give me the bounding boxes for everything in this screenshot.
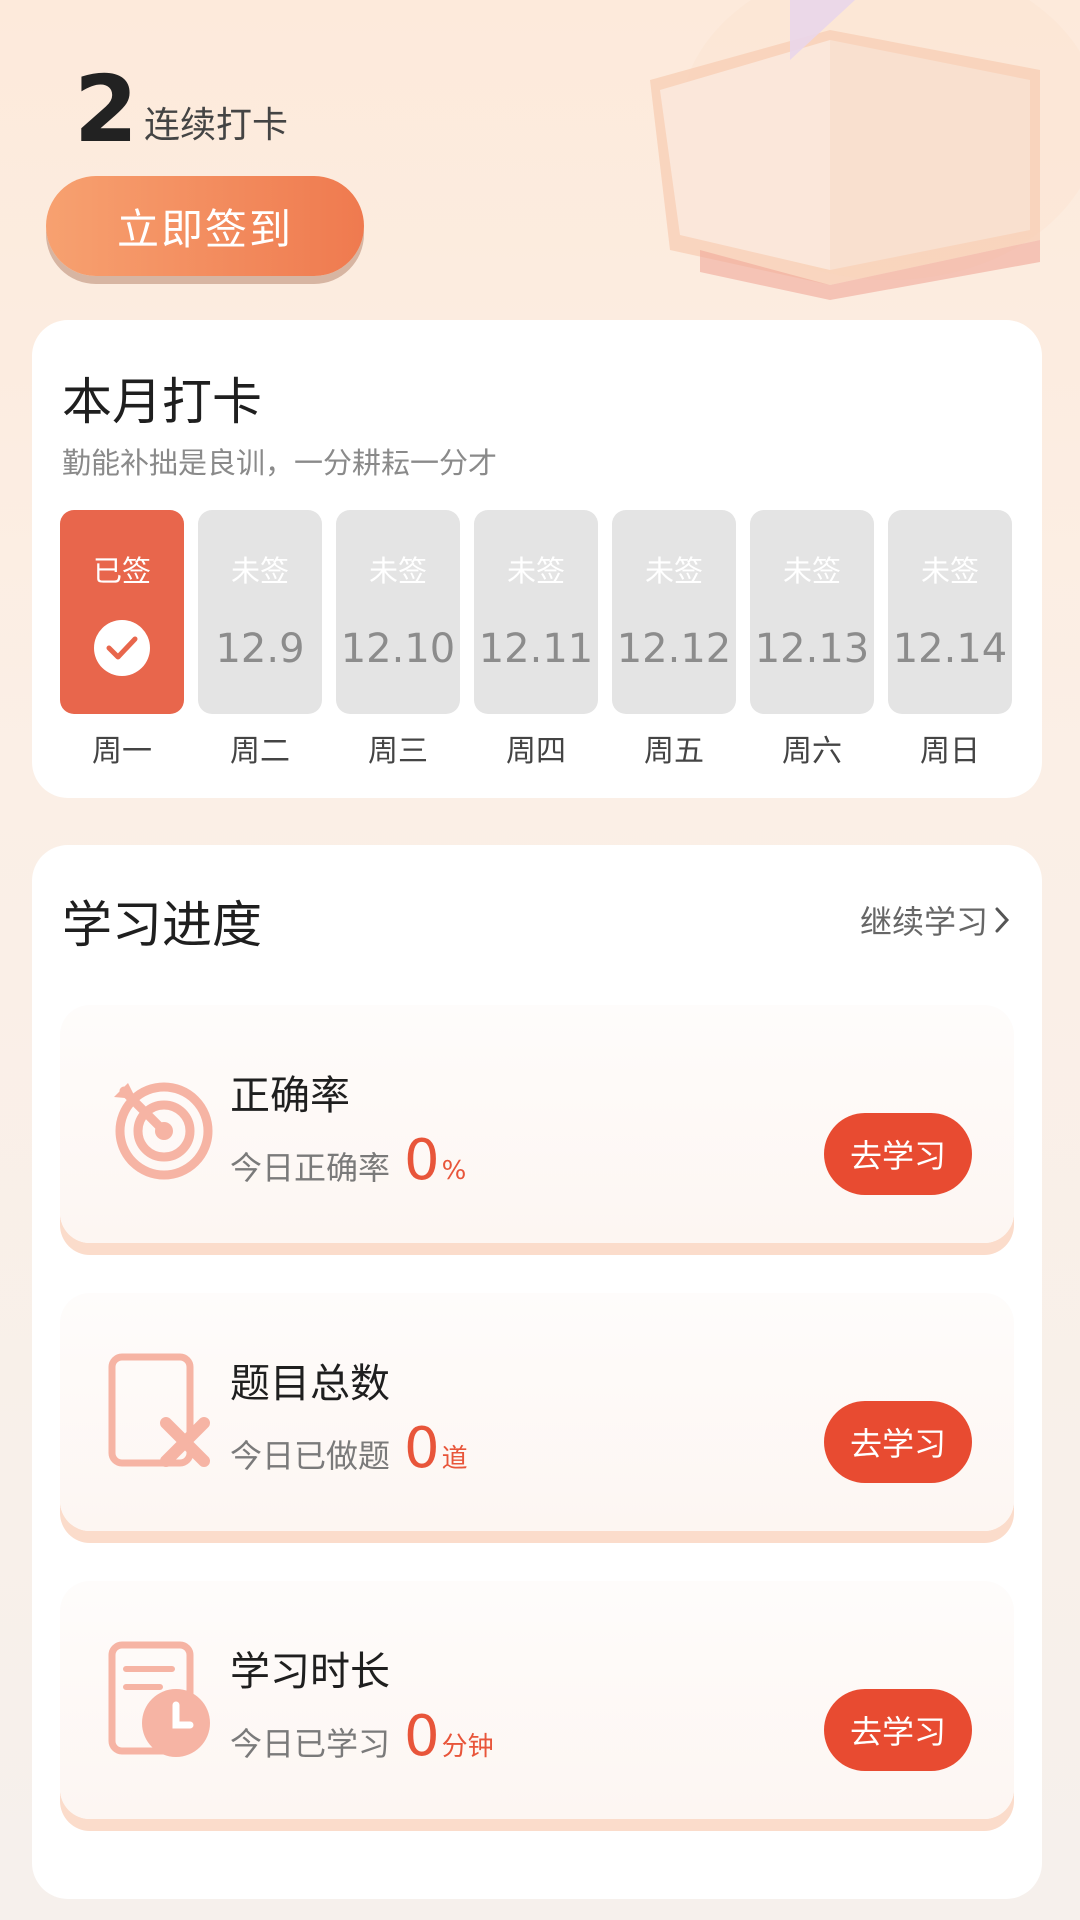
month-checkin-card: 本月打卡 勤能补拙是良训，一分耕耘一分才 已签 周一 未签 12.9 周二 未签… xyxy=(32,320,1042,798)
day-box: 已签 xyxy=(60,510,184,714)
day-status: 未签 xyxy=(644,554,703,588)
day-status: 已签 xyxy=(92,554,151,588)
stat-accuracy: 正确率 今日正确率 0 % 去学习 xyxy=(60,1005,1014,1243)
streak-label: 连续打卡 xyxy=(144,105,289,146)
stat-value: 0 xyxy=(404,1128,440,1193)
stat-value: 0 xyxy=(404,1704,440,1769)
stat-title: 正确率 xyxy=(230,1073,350,1119)
week-days: 已签 周一 未签 12.9 周二 未签 12.10 周三 未签 12.11 周四… xyxy=(60,510,1012,770)
day-box: 未签 12.12 xyxy=(612,510,736,714)
day-mon[interactable]: 已签 周一 xyxy=(60,510,184,770)
day-status: 未签 xyxy=(920,554,979,588)
target-icon xyxy=(114,1082,213,1180)
day-box: 未签 12.10 xyxy=(336,510,460,714)
stat-title: 学习时长 xyxy=(230,1649,390,1695)
day-weekday: 周六 xyxy=(782,734,842,769)
go-study-button[interactable]: 去学习 xyxy=(824,1401,972,1483)
document-clock-icon xyxy=(108,1641,210,1757)
day-weekday: 周五 xyxy=(644,734,704,769)
stat-title: 题目总数 xyxy=(230,1361,390,1407)
stat-label: 今日正确率 xyxy=(230,1149,391,1187)
day-weekday: 周一 xyxy=(92,734,152,769)
day-wed[interactable]: 未签 12.10 周三 xyxy=(336,510,460,770)
day-weekday: 周二 xyxy=(230,734,290,769)
day-status: 未签 xyxy=(782,554,841,588)
day-status: 未签 xyxy=(230,554,289,588)
document-x-icon xyxy=(108,1353,210,1467)
day-sun[interactable]: 未签 12.14 周日 xyxy=(888,510,1012,770)
day-box: 未签 12.13 xyxy=(750,510,874,714)
day-weekday: 周三 xyxy=(368,734,428,769)
stat-value: 0 xyxy=(404,1416,440,1481)
continue-learning-link[interactable]: 继续学习 xyxy=(860,897,1010,943)
chevron-right-icon xyxy=(995,907,1010,933)
stat-question-count: 题目总数 今日已做题 0 道 去学习 xyxy=(60,1293,1014,1531)
day-tue[interactable]: 未签 12.9 周二 xyxy=(198,510,322,770)
stat-unit: 分钟 xyxy=(441,1732,494,1762)
stat-unit: % xyxy=(441,1156,467,1186)
checkin-button[interactable]: 立即签到 xyxy=(46,176,364,276)
day-status: 未签 xyxy=(368,554,427,588)
day-fri[interactable]: 未签 12.12 周五 xyxy=(612,510,736,770)
day-date: 12.13 xyxy=(754,626,870,672)
day-date: 12.14 xyxy=(892,626,1008,672)
learning-progress-card: 学习进度 继续学习 正确率 今日正确率 0 % 去学习 题目总数 今日已做题 0 xyxy=(32,845,1042,1899)
month-subtitle: 勤能补拙是良训，一分耕耘一分才 xyxy=(62,446,498,480)
day-thu[interactable]: 未签 12.11 周四 xyxy=(474,510,598,770)
day-date: 12.10 xyxy=(340,626,456,672)
day-box: 未签 12.9 xyxy=(198,510,322,714)
stat-label: 今日已学习 xyxy=(230,1725,391,1763)
stat-unit: 道 xyxy=(441,1444,468,1474)
streak-counter: 2 连续打卡 xyxy=(74,64,288,156)
go-study-button[interactable]: 去学习 xyxy=(824,1689,972,1771)
continue-learning-label: 继续学习 xyxy=(859,903,988,941)
day-box: 未签 12.11 xyxy=(474,510,598,714)
streak-count: 2 xyxy=(74,56,139,163)
day-date: 12.11 xyxy=(478,626,594,672)
day-date: 12.9 xyxy=(215,626,305,672)
day-weekday: 周四 xyxy=(506,734,566,769)
book-illustration xyxy=(650,0,1080,300)
month-title: 本月打卡 xyxy=(62,373,262,431)
check-icon xyxy=(94,620,150,676)
stat-study-time: 学习时长 今日已学习 0 分钟 去学习 xyxy=(60,1581,1014,1819)
progress-title: 学习进度 xyxy=(62,896,262,954)
day-status: 未签 xyxy=(506,554,565,588)
stat-label: 今日已做题 xyxy=(230,1437,391,1475)
stat-line: 今日已学习 0 分钟 xyxy=(230,1709,494,1765)
stat-line: 今日正确率 0 % xyxy=(230,1133,466,1189)
stat-line: 今日已做题 0 道 xyxy=(230,1421,468,1477)
day-box: 未签 12.14 xyxy=(888,510,1012,714)
day-sat[interactable]: 未签 12.13 周六 xyxy=(750,510,874,770)
day-date: 12.12 xyxy=(616,626,732,672)
go-study-button[interactable]: 去学习 xyxy=(824,1113,972,1195)
day-weekday: 周日 xyxy=(920,734,980,769)
